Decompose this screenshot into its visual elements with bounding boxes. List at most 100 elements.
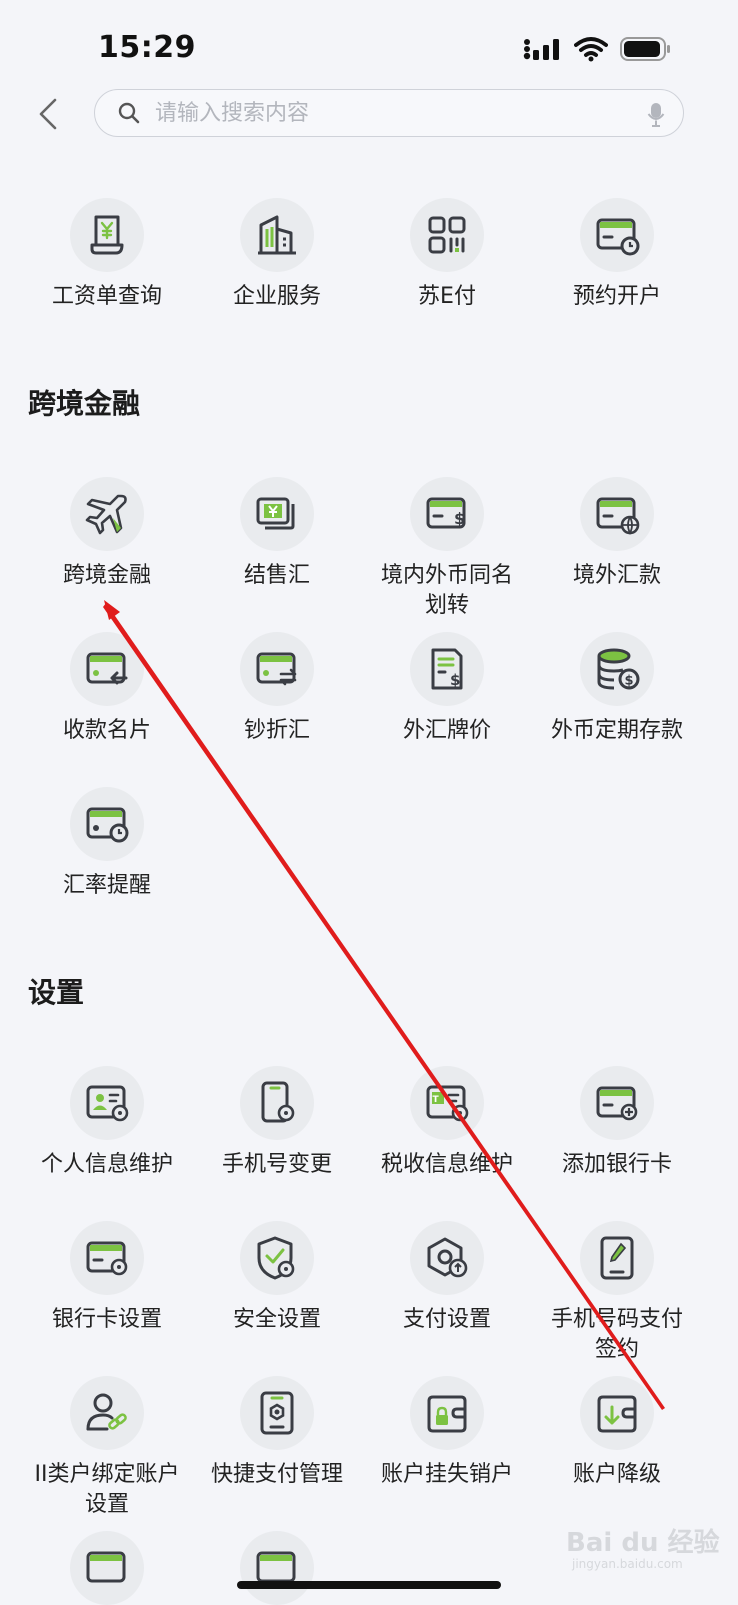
menu-item-overseas-remittance[interactable]: 境外汇款 [531,477,703,591]
home-indicator[interactable] [237,1581,501,1589]
id-card-gear-icon [86,1085,129,1122]
chevron-left-icon [39,98,57,130]
watermark-text: Bai du 经验 [566,1528,720,1558]
menu-item-label: 预约开户 [572,284,661,309]
menu-item-phone-pay-contract[interactable]: 手机号码支付 签约 [531,1221,703,1365]
menu-item-label: 汇率提醒 [62,873,151,898]
menu-item-label: 税收信息维护 [380,1152,513,1177]
menu-item-quick-pay-management[interactable]: 快捷支付管理 [191,1376,363,1490]
icon-bg [70,198,144,272]
icon-bg [240,1066,314,1140]
card-gear-icon [86,1241,128,1276]
menu-item-label-line2: 签约 [594,1337,639,1362]
wallet-lock-icon [427,1395,467,1433]
card-exchange-icon [256,652,297,686]
card-clock-icon [86,807,129,843]
menu-item-bank-card-settings[interactable]: 银行卡设置 [21,1221,193,1335]
card-plus-icon [596,1086,638,1121]
svg-text:$: $ [450,671,460,689]
menu-item-label: 支付设置 [402,1307,491,1332]
menu-item-security-settings[interactable]: 安全设置 [191,1221,363,1335]
menu-item-label: 钞折汇 [243,718,310,743]
icon-bg [240,477,314,551]
menu-item-type2-bind-account[interactable]: II类户绑定账户 设置 [21,1376,193,1520]
icon-bg [70,1066,144,1140]
search-input[interactable] [153,90,617,137]
top-nav [0,88,738,140]
menu-item-label: 手机号码支付 [550,1307,683,1332]
icon-bg [580,198,654,272]
doc-dollar-icon: $ [431,648,463,690]
icon-bg [580,1221,654,1295]
user-link-icon [86,1393,127,1431]
menu-item-payslip[interactable]: 工资单查询 [21,198,193,312]
icon-bg [70,787,144,861]
icon-bg [70,1221,144,1295]
cellular-signal-icon [523,39,559,60]
menu-item-fx-settlement[interactable]: 结售汇 [191,477,363,591]
menu-item-su-e-pay[interactable]: 苏E付 [361,198,533,312]
menu-item-same-name-transfer[interactable]: $ 境内外币同名 划转 [361,477,533,621]
menu-item-partial[interactable] [191,1531,363,1605]
icon-bg [70,632,144,706]
menu-item-label: 账户挂失销户 [380,1462,513,1487]
section-title-cross-border: 跨境金融 [28,387,141,420]
card-arrow-left-icon [86,652,128,685]
menu-item-rate-alert[interactable]: 汇率提醒 [21,787,193,901]
menu-item-label: 境外汇款 [572,563,661,588]
icon-bg: $ [410,632,484,706]
building-icon [258,215,296,255]
menu-item-label-line2: 设置 [84,1492,129,1517]
icon-bg: T [410,1066,484,1140]
icon-bg [240,198,314,272]
card-clock-icon [596,218,640,256]
back-button[interactable] [28,92,68,136]
menu-item-label: 跨境金融 [62,563,151,588]
status-bar: 15:29 [0,0,738,90]
menu-item-label: 添加银行卡 [561,1152,672,1177]
menu-item-partial[interactable] [21,1531,193,1605]
menu-item-payment-settings[interactable]: 支付设置 [361,1221,533,1335]
microphone-icon[interactable] [647,102,665,128]
shield-gear-icon [257,1236,295,1280]
menu-item-fx-time-deposit[interactable]: $ 外币定期存款 [531,632,703,746]
menu-item-label: 安全设置 [232,1307,321,1332]
wallet-down-icon [597,1395,637,1433]
menu-item-payment-card[interactable]: 收款名片 [21,632,193,746]
menu-item-add-bank-card[interactable]: 添加银行卡 [531,1066,703,1180]
tablet-pen-icon [600,1236,634,1280]
menu-item-label-line2: 划转 [424,593,469,618]
menu-item-label: 银行卡设置 [51,1307,162,1332]
search-box[interactable] [94,89,684,137]
search-icon [118,102,140,124]
hexagon-gear-icon [427,1237,468,1278]
menu-item-cross-border-finance[interactable]: 跨境金融 [21,477,193,591]
yuan-note-icon [256,497,295,530]
icon-bg: $ [580,632,654,706]
icon-bg [410,1221,484,1295]
phone-gear-icon [261,1081,295,1123]
card-globe-icon [596,497,640,536]
menu-item-tax-info[interactable]: T 税收信息维护 [361,1066,533,1180]
menu-item-enterprise[interactable]: 企业服务 [191,198,363,312]
qr-pay-icon [428,216,466,254]
menu-item-label: 工资单查询 [51,284,162,309]
menu-item-account-downgrade[interactable]: 账户降级 [531,1376,703,1490]
icon-bg [70,1531,144,1605]
menu-item-label: 账户降级 [572,1462,661,1487]
menu-item-appointment-account[interactable]: 预约开户 [531,198,703,312]
menu-item-label: 收款名片 [62,718,151,743]
icon-bg [580,1376,654,1450]
menu-item-personal-info[interactable]: 个人信息维护 [21,1066,193,1180]
menu-item-fx-rates[interactable]: $ 外汇牌价 [361,632,533,746]
menu-item-change-phone[interactable]: 手机号变更 [191,1066,363,1180]
menu-item-report-loss-close[interactable]: 账户挂失销户 [361,1376,533,1490]
svg-text:T: T [433,1095,440,1105]
battery-icon [620,37,670,61]
menu-item-label: 结售汇 [243,563,310,588]
menu-item-label: 企业服务 [232,284,321,309]
icon-bg [240,1531,314,1605]
payslip-icon [90,215,124,255]
menu-item-cash-to-fx[interactable]: 钞折汇 [191,632,363,746]
coins-dollar-icon: $ [597,648,640,690]
